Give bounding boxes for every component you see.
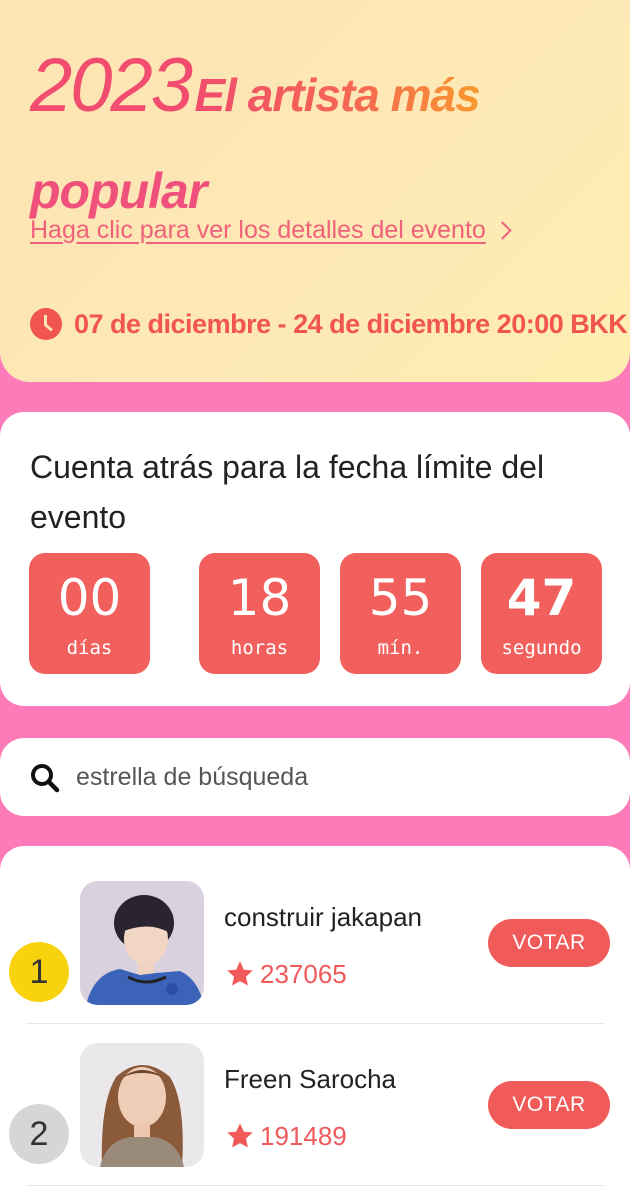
- countdown-minutes-value: 55: [368, 569, 433, 627]
- countdown-days: 00 días: [29, 553, 150, 674]
- avatar: [80, 1043, 204, 1167]
- search-input[interactable]: [76, 756, 596, 798]
- event-date-range: 07 de diciembre - 24 de diciembre 20:00 …: [30, 308, 628, 340]
- event-hero-banner: 2023 El artista más popular Haga clic pa…: [0, 0, 630, 382]
- rank-badge: 2: [9, 1104, 69, 1164]
- countdown-seconds: 47 segundo: [481, 553, 602, 674]
- countdown-seconds-label: segundo: [501, 637, 582, 659]
- search-icon[interactable]: [30, 763, 60, 793]
- countdown-hours-label: horas: [230, 637, 289, 659]
- artist-name: Freen Sarocha: [224, 1064, 396, 1094]
- vote-count: 191489: [224, 1120, 347, 1152]
- avatar: [80, 881, 204, 1005]
- countdown-hours-value: 18: [227, 569, 292, 627]
- countdown-minutes: 55 mín.: [340, 553, 461, 674]
- search-bar: [0, 738, 630, 816]
- clock-icon: [30, 308, 62, 340]
- countdown-days-label: días: [66, 637, 113, 659]
- event-title-words: El artista más: [194, 69, 481, 121]
- vote-button[interactable]: VOTAR: [488, 1081, 610, 1129]
- event-title-year: 2023: [30, 43, 193, 128]
- event-date-text: 07 de diciembre - 24 de diciembre 20:00 …: [74, 308, 628, 339]
- list-divider: [26, 1185, 604, 1186]
- rank-badge: 1: [9, 942, 69, 1002]
- star-icon: [227, 961, 253, 986]
- list-divider: [26, 1023, 604, 1024]
- vote-count: 237065: [224, 958, 347, 990]
- countdown-hours: 18 horas: [199, 553, 320, 674]
- vote-button[interactable]: VOTAR: [488, 919, 610, 967]
- list-item: 1 construir jakapan 237065 VOTAR: [0, 880, 630, 1042]
- event-title: 2023 El artista más popular: [30, 40, 610, 237]
- countdown-minutes-label: mín.: [377, 637, 424, 659]
- countdown-title: Cuenta atrás para la fecha límite del ev…: [30, 449, 545, 535]
- list-item: 2 Freen Sarocha 191489 VOTAR: [0, 1042, 630, 1200]
- countdown-days-value: 00: [57, 569, 122, 627]
- ranking-list: 1 construir jakapan 237065 VOTAR 2 Freen…: [0, 846, 630, 1200]
- countdown-seconds-value: 47: [506, 569, 577, 627]
- countdown-card: Cuenta atrás para la fecha límite del ev…: [0, 412, 630, 706]
- artist-name: construir jakapan: [224, 902, 422, 932]
- vote-count-value: 237065: [260, 958, 347, 989]
- chevron-right-icon: [493, 221, 512, 240]
- event-details-link[interactable]: Haga clic para ver los detalles del even…: [30, 216, 512, 245]
- star-icon: [227, 1123, 253, 1148]
- vote-count-value: 191489: [260, 1120, 347, 1151]
- event-details-link-label: Haga clic para ver los detalles del even…: [30, 216, 486, 244]
